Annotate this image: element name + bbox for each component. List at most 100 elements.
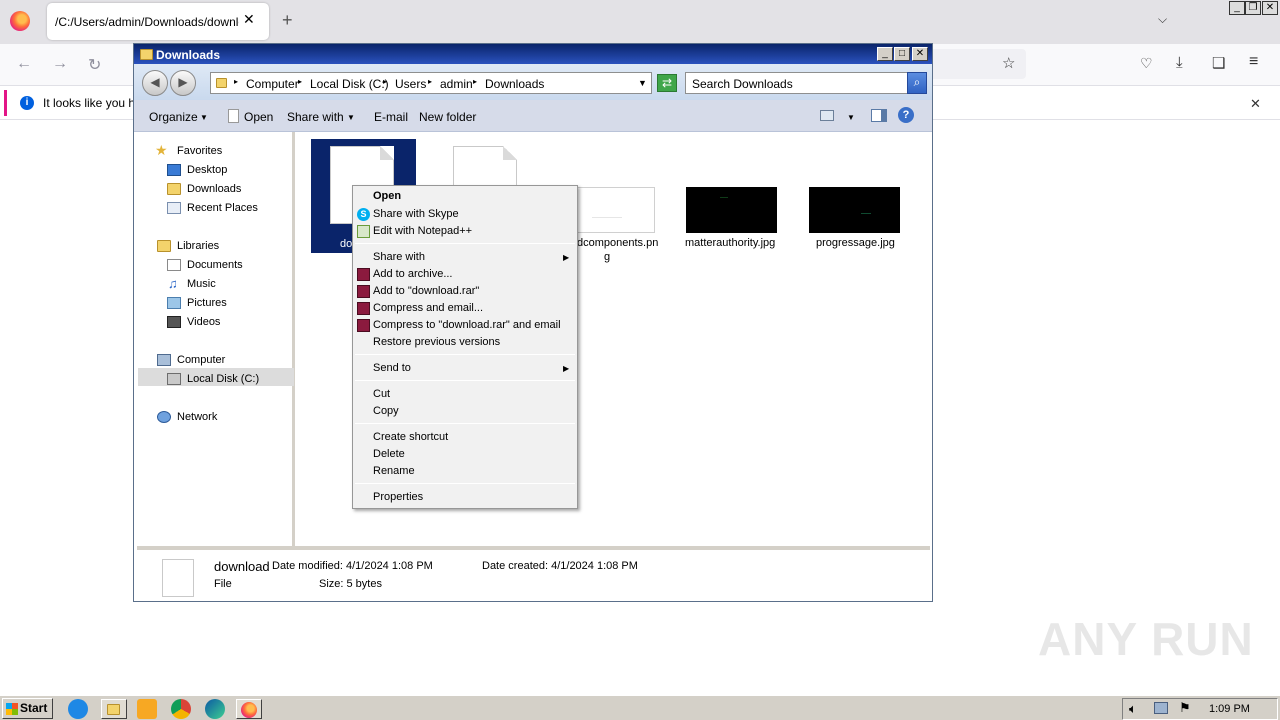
image-thumbnail[interactable] xyxy=(809,187,900,233)
minimize-window-button[interactable]: _ xyxy=(1229,1,1245,15)
menu-item-delete[interactable]: Delete xyxy=(373,448,405,460)
reload-icon[interactable]: ↻ xyxy=(88,55,101,75)
refresh-icon[interactable]: ⇄ xyxy=(657,74,677,92)
nav-documents[interactable]: Documents xyxy=(187,259,243,271)
menu-item-copy[interactable]: Copy xyxy=(373,405,399,417)
browser-tab[interactable]: /C:/Users/admin/Downloads/download ✕ xyxy=(47,3,269,40)
menu-item-rename[interactable]: Rename xyxy=(373,465,415,477)
navigation-pane: ★ Favorites Desktop Downloads Recent Pla… xyxy=(137,132,295,546)
breadcrumb-downloads[interactable]: Downloads xyxy=(485,77,544,91)
downloads-folder-icon xyxy=(167,183,181,195)
share-dropdown-icon[interactable]: ▼ xyxy=(347,113,355,122)
nav-favorites[interactable]: Favorites xyxy=(177,145,222,157)
back-arrow-icon[interactable]: ← xyxy=(16,55,32,73)
explorer-forward-button[interactable]: ▶ xyxy=(170,70,196,96)
organize-dropdown-icon[interactable]: ▼ xyxy=(200,113,208,122)
search-icon[interactable]: ⌕ xyxy=(907,72,927,94)
thumbnail-content xyxy=(592,217,622,218)
menu-item-create-shortcut[interactable]: Create shortcut xyxy=(373,431,448,443)
view-dropdown-icon[interactable]: ▼ xyxy=(847,113,855,122)
new-folder-button[interactable]: New folder xyxy=(419,110,476,124)
explorer-back-button[interactable]: ◀ xyxy=(142,70,168,96)
nav-local-disk[interactable]: Local Disk (C:) xyxy=(187,373,259,385)
menu-item-open[interactable]: Open xyxy=(373,190,401,202)
nav-downloads[interactable]: Downloads xyxy=(187,183,241,195)
menu-item-share-with[interactable]: Share with xyxy=(373,251,425,263)
breadcrumb-admin[interactable]: admin xyxy=(440,77,473,91)
address-bar[interactable]: ▸ Computer ▸ Local Disk (C:) ▸ Users ▸ a… xyxy=(210,72,652,94)
help-icon[interactable]: ? xyxy=(898,107,914,123)
extensions-icon[interactable]: ❑ xyxy=(1212,54,1225,72)
nav-music[interactable]: Music xyxy=(187,278,216,290)
menu-item-edit-notepad[interactable]: Edit with Notepad++ xyxy=(373,225,472,237)
image-thumbnail[interactable] xyxy=(577,187,655,233)
explorer-minimize-button[interactable]: _ xyxy=(877,47,893,61)
forward-arrow-icon[interactable]: → xyxy=(52,55,68,73)
notepad-plus-plus-icon xyxy=(357,225,370,238)
menu-item-compress-email[interactable]: Compress and email... xyxy=(373,302,483,314)
menu-item-add-archive[interactable]: Add to archive... xyxy=(373,268,453,280)
start-button[interactable]: Start xyxy=(2,698,53,719)
new-tab-button[interactable]: + xyxy=(282,10,293,31)
url-bar[interactable]: ☆ xyxy=(928,49,1026,79)
action-center-flag-icon[interactable]: ⚑ xyxy=(1179,700,1191,716)
search-input[interactable]: Search Downloads xyxy=(685,72,909,94)
explorer-taskbar-button[interactable] xyxy=(101,699,127,719)
organize-button[interactable]: Organize xyxy=(149,110,198,124)
notification-close-icon[interactable]: ✕ xyxy=(1250,96,1261,112)
breadcrumb-local-disk[interactable]: Local Disk (C:) xyxy=(310,77,389,91)
image-thumbnail[interactable] xyxy=(686,187,777,233)
volume-icon[interactable]: 🔈︎ xyxy=(1129,701,1137,717)
breadcrumb-separator-icon[interactable]: ▸ xyxy=(383,77,387,86)
tab-close-icon[interactable]: ✕ xyxy=(243,11,255,28)
explorer-close-button[interactable]: ✕ xyxy=(912,47,928,61)
libraries-icon xyxy=(157,240,171,252)
menu-item-share-skype[interactable]: Share with Skype xyxy=(373,208,459,220)
internet-explorer-icon[interactable] xyxy=(68,699,88,719)
winrar-icon xyxy=(357,268,370,281)
menu-hamburger-icon[interactable]: ≡ xyxy=(1249,53,1258,71)
menu-item-send-to[interactable]: Send to xyxy=(373,362,411,374)
nav-recent-places[interactable]: Recent Places xyxy=(187,202,258,214)
downloads-icon[interactable]: ⤓ xyxy=(1176,54,1183,71)
menu-item-add-rar[interactable]: Add to "download.rar" xyxy=(373,285,479,297)
media-player-icon[interactable] xyxy=(137,699,157,719)
breadcrumb-separator-icon[interactable]: ▸ xyxy=(298,77,302,86)
address-dropdown-icon[interactable]: ▼ xyxy=(638,78,647,88)
breadcrumb-separator-icon[interactable]: ▸ xyxy=(473,77,477,86)
share-with-button[interactable]: Share with xyxy=(287,110,344,124)
bookmark-star-icon[interactable]: ☆ xyxy=(1002,54,1015,72)
view-icon[interactable] xyxy=(820,110,834,121)
list-all-tabs-icon[interactable]: ⌵ xyxy=(1158,12,1167,27)
network-tray-icon[interactable] xyxy=(1154,702,1168,714)
firefox-taskbar-button[interactable] xyxy=(236,699,262,719)
restore-window-button[interactable]: ❐ xyxy=(1245,1,1261,15)
nav-videos[interactable]: Videos xyxy=(187,316,220,328)
nav-desktop[interactable]: Desktop xyxy=(187,164,227,176)
winrar-icon xyxy=(357,302,370,315)
menu-separator xyxy=(355,354,575,355)
submenu-arrow-icon: ▶ xyxy=(563,253,570,262)
open-button[interactable]: Open xyxy=(244,110,273,124)
nav-computer[interactable]: Computer xyxy=(177,354,225,366)
nav-pictures[interactable]: Pictures xyxy=(187,297,227,309)
breadcrumb-separator-icon[interactable]: ▸ xyxy=(428,77,432,86)
menu-item-properties[interactable]: Properties xyxy=(373,491,423,503)
menu-item-cut[interactable]: Cut xyxy=(373,388,390,400)
explorer-maximize-button[interactable]: □ xyxy=(894,47,910,61)
details-pane: download Date modified: 4/1/2024 1:08 PM… xyxy=(137,546,930,600)
menu-item-compress-rar-email[interactable]: Compress to "download.rar" and email xyxy=(373,319,561,331)
pocket-icon[interactable]: ♡ xyxy=(1140,55,1153,72)
thumbnail-content xyxy=(861,213,871,214)
menu-item-restore-versions[interactable]: Restore previous versions xyxy=(373,336,500,348)
breadcrumb-computer[interactable]: Computer xyxy=(246,77,299,91)
chrome-icon[interactable] xyxy=(171,699,191,719)
email-button[interactable]: E-mail xyxy=(374,110,408,124)
close-window-button[interactable]: ✕ xyxy=(1262,1,1278,15)
clock[interactable]: 1:09 PM xyxy=(1209,703,1250,715)
nav-libraries[interactable]: Libraries xyxy=(177,240,219,252)
nav-network[interactable]: Network xyxy=(177,411,217,423)
preview-pane-icon[interactable] xyxy=(871,109,887,122)
edge-icon[interactable] xyxy=(205,699,225,719)
breadcrumb-users[interactable]: Users xyxy=(395,77,426,91)
